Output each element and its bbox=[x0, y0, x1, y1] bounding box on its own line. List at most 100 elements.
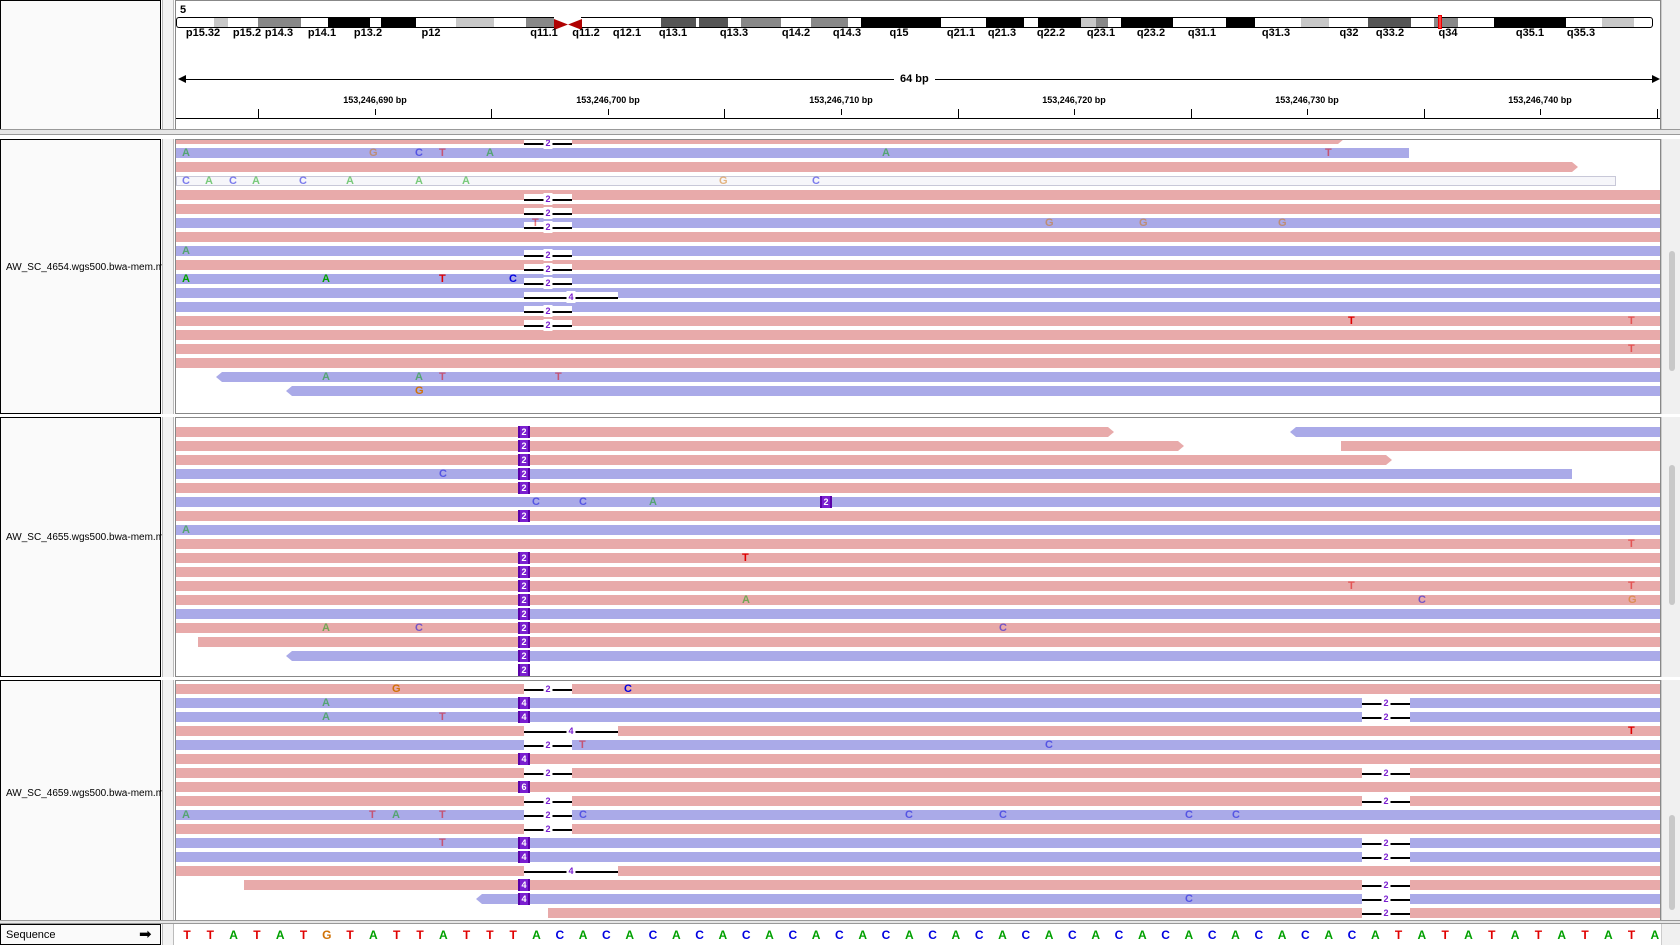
insertion-marker[interactable]: 2 bbox=[518, 608, 530, 620]
deletion-gap[interactable]: 2 bbox=[524, 683, 572, 695]
ruler[interactable]: 153,246,690 bp 153,246,700 bp 153,246,710 … bbox=[176, 89, 1660, 129]
sequence-track[interactable]: TTATATGTATTATTTACACACACACACACACACACACACA… bbox=[175, 924, 1680, 945]
cytoband[interactable] bbox=[494, 17, 526, 28]
forward-read[interactable] bbox=[1341, 441, 1660, 451]
forward-read[interactable] bbox=[176, 330, 1660, 340]
insertion-marker[interactable]: 2 bbox=[518, 594, 530, 606]
forward-read[interactable] bbox=[176, 483, 1660, 493]
cytoband[interactable] bbox=[1458, 17, 1494, 28]
insertion-marker[interactable]: 2 bbox=[518, 426, 530, 438]
forward-read[interactable] bbox=[176, 824, 1660, 834]
deletion-gap[interactable]: 2 bbox=[524, 739, 572, 751]
deletion-gap[interactable]: 2 bbox=[524, 767, 572, 779]
track-name-panel[interactable]: AW_SC_4655.wgs500.bwa-mem.m bbox=[0, 417, 164, 677]
forward-read[interactable] bbox=[176, 190, 1660, 200]
insertion-marker[interactable]: 6 bbox=[518, 781, 530, 793]
reverse-read[interactable] bbox=[176, 852, 1660, 862]
reverse-read[interactable] bbox=[176, 469, 1572, 479]
deletion-gap[interactable]: 4 bbox=[524, 291, 618, 303]
reverse-read[interactable] bbox=[176, 302, 1660, 312]
reverse-read[interactable] bbox=[176, 288, 1660, 298]
forward-read[interactable] bbox=[176, 754, 1660, 764]
insertion-marker[interactable]: 4 bbox=[518, 837, 530, 849]
cytoband[interactable] bbox=[1602, 17, 1634, 28]
insertion-marker[interactable]: 2 bbox=[518, 622, 530, 634]
track-name-panel[interactable]: AW_SC_4654.wgs500.bwa-mem.m bbox=[0, 139, 164, 414]
alignment-track[interactable]: 2222222222222222CCCAATTTTACGACC bbox=[175, 417, 1661, 677]
insertion-marker[interactable]: 2 bbox=[518, 650, 530, 662]
insertion-marker[interactable]: 2 bbox=[518, 636, 530, 648]
insertion-marker[interactable]: 2 bbox=[518, 440, 530, 452]
insertion-marker[interactable]: 4 bbox=[518, 711, 530, 723]
forward-read[interactable] bbox=[176, 782, 1660, 792]
ideogram[interactable]: p15.32 p15.2 p14.3 p14.1 p13.2 p12 q11.1 q11.2 q… bbox=[176, 1, 1660, 45]
deletion-gap[interactable]: 2 bbox=[524, 140, 572, 149]
scroll-thumb[interactable] bbox=[1669, 815, 1675, 910]
deletion-gap[interactable]: 2 bbox=[524, 277, 572, 289]
insertion-marker[interactable]: 2 bbox=[518, 454, 530, 466]
deletion-gap[interactable]: 2 bbox=[524, 319, 572, 331]
track-scrollbar[interactable] bbox=[1661, 680, 1680, 922]
forward-read[interactable] bbox=[176, 726, 1660, 736]
forward-read[interactable] bbox=[176, 139, 1344, 144]
forward-read[interactable] bbox=[176, 441, 1184, 451]
insertion-marker[interactable]: 2 bbox=[518, 482, 530, 494]
forward-read[interactable] bbox=[176, 866, 1660, 876]
forward-read[interactable] bbox=[176, 358, 1660, 368]
strand-arrow-icon[interactable]: ➡ bbox=[139, 925, 152, 943]
alignment-track[interactable]: 2222222422AGCTAATCACACAAAGCTGGGAAATCTTTA… bbox=[175, 139, 1661, 414]
scroll-thumb[interactable] bbox=[1669, 251, 1675, 371]
forward-read[interactable] bbox=[176, 427, 1114, 437]
reverse-read[interactable] bbox=[286, 651, 1660, 661]
forward-read[interactable] bbox=[176, 232, 1660, 242]
forward-read[interactable] bbox=[176, 768, 1660, 778]
deletion-gap[interactable]: 2 bbox=[1362, 697, 1410, 709]
insertion-marker[interactable]: 4 bbox=[518, 851, 530, 863]
deletion-gap[interactable]: 2 bbox=[1362, 767, 1410, 779]
reverse-read[interactable] bbox=[176, 698, 1660, 708]
reverse-read[interactable] bbox=[176, 176, 1616, 186]
insertion-marker[interactable]: 4 bbox=[518, 697, 530, 709]
forward-read[interactable] bbox=[176, 796, 1660, 806]
deletion-gap[interactable]: 2 bbox=[1362, 907, 1410, 919]
forward-read[interactable] bbox=[176, 316, 1660, 326]
insertion-marker[interactable]: 4 bbox=[518, 753, 530, 765]
cytoband[interactable] bbox=[1634, 17, 1653, 28]
track-name-panel[interactable]: AW_SC_4659.wgs500.bwa-mem.m bbox=[0, 680, 164, 922]
cytoband[interactable] bbox=[381, 17, 416, 28]
deletion-gap[interactable]: 2 bbox=[524, 795, 572, 807]
forward-read[interactable] bbox=[176, 539, 1660, 549]
forward-read[interactable] bbox=[176, 344, 1660, 354]
reverse-read[interactable] bbox=[176, 246, 1660, 256]
forward-read[interactable] bbox=[176, 567, 1660, 577]
insertion-marker[interactable]: 2 bbox=[518, 468, 530, 480]
deletion-gap[interactable]: 2 bbox=[1362, 711, 1410, 723]
alignment-track[interactable]: 2422222444464444222222222GCAATTTCATATCCC… bbox=[175, 680, 1661, 922]
reverse-read[interactable] bbox=[176, 525, 1660, 535]
deletion-gap[interactable]: 2 bbox=[524, 823, 572, 835]
forward-read[interactable] bbox=[176, 553, 1660, 563]
deletion-gap[interactable]: 2 bbox=[1362, 879, 1410, 891]
forward-read[interactable] bbox=[176, 581, 1660, 591]
deletion-gap[interactable]: 2 bbox=[1362, 851, 1410, 863]
reverse-read[interactable] bbox=[476, 894, 1660, 904]
forward-read[interactable] bbox=[198, 637, 1660, 647]
deletion-gap[interactable]: 2 bbox=[524, 809, 572, 821]
header-divider[interactable] bbox=[0, 129, 1680, 135]
header-scrollbar[interactable] bbox=[1661, 0, 1680, 131]
deletion-gap[interactable]: 2 bbox=[1362, 837, 1410, 849]
forward-read[interactable] bbox=[176, 455, 1392, 465]
deletion-gap[interactable]: 2 bbox=[524, 249, 572, 261]
reverse-read[interactable] bbox=[176, 148, 1409, 158]
cytoband[interactable] bbox=[1226, 17, 1255, 28]
reverse-read[interactable] bbox=[176, 609, 1660, 619]
insertion-marker[interactable]: 2 bbox=[518, 552, 530, 564]
track-scrollbar[interactable] bbox=[1661, 139, 1680, 414]
insertion-marker[interactable]: 4 bbox=[518, 893, 530, 905]
forward-read[interactable] bbox=[244, 880, 1660, 890]
forward-read[interactable] bbox=[176, 623, 1660, 633]
forward-read[interactable] bbox=[176, 260, 1660, 270]
deletion-gap[interactable]: 2 bbox=[524, 263, 572, 275]
reverse-read[interactable] bbox=[176, 497, 1660, 507]
forward-read[interactable] bbox=[176, 162, 1578, 172]
